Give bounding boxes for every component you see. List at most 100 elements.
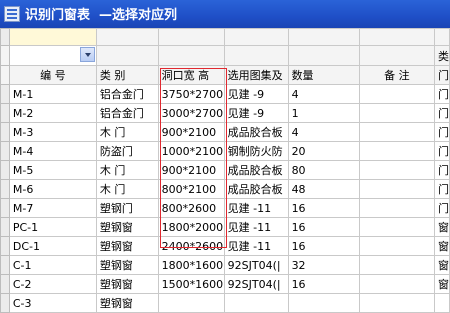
column-selector-cell[interactable] [358,45,435,66]
cell-qty[interactable]: 80 [287,160,360,180]
column-selector-cell[interactable] [157,45,225,66]
blank-cell[interactable] [358,28,435,46]
cell-size[interactable]: 900*2100 [157,122,225,142]
cell-size[interactable]: 800*2600 [157,198,225,218]
cell-note[interactable] [358,103,435,123]
cell-type[interactable]: 铝合金门 [95,103,159,123]
cell-num[interactable]: DC-1 [8,236,97,256]
cell-size[interactable] [157,293,225,313]
cell-atlas[interactable] [223,293,289,313]
cell-atlas[interactable]: 钢制防火防 [223,141,289,161]
cell-size[interactable]: 2400*2600 [157,236,225,256]
header-size[interactable]: 洞口宽 高 [157,65,225,85]
cell-type[interactable]: 木 门 [95,122,159,142]
cell-note[interactable] [358,217,435,237]
cell-note[interactable] [358,255,435,275]
cell-atlas[interactable]: 92SJT04(| [223,255,289,275]
row-header[interactable] [0,28,10,46]
cell-qty[interactable]: 16 [287,274,360,294]
row-header[interactable] [0,293,10,313]
cell-num[interactable]: M-4 [8,141,97,161]
cell-num[interactable]: C-3 [8,293,97,313]
cell-size[interactable]: 1800*1600 [157,255,225,275]
cell-extra[interactable]: 窗 [433,236,450,256]
chevron-down-icon[interactable] [79,47,95,62]
cell-note[interactable] [358,84,435,104]
cell-note[interactable] [358,160,435,180]
cell-extra[interactable]: 门 [433,84,450,104]
row-header[interactable] [0,84,10,104]
cell-type[interactable]: 木 门 [95,160,159,180]
cell-extra[interactable]: 门 [433,198,450,218]
cell-extra[interactable]: 门 [433,179,450,199]
cell-num[interactable]: PC-1 [8,217,97,237]
cell-type[interactable]: 塑钢窗 [95,255,159,275]
header-num[interactable]: 编 号 [8,65,97,85]
cell-qty[interactable]: 16 [287,198,360,218]
cell-num[interactable]: M-6 [8,179,97,199]
cell-type[interactable]: 塑钢窗 [95,293,159,313]
row-header[interactable] [0,179,10,199]
cell-num[interactable]: C-2 [8,274,97,294]
cell-type[interactable]: 塑钢窗 [95,274,159,294]
title-bar[interactable]: 识别门窗表 —选择对应列 [0,0,450,29]
row-header[interactable] [0,141,10,161]
row-header[interactable] [0,65,10,85]
cell-size[interactable]: 900*2100 [157,160,225,180]
cell-atlas[interactable]: 见建 -9 [223,103,289,123]
cell-size[interactable]: 1000*2100 [157,141,225,161]
blank-cell[interactable] [433,28,450,46]
cell-qty[interactable]: 48 [287,179,360,199]
cell-extra[interactable]: 门 [433,141,450,161]
cell-num[interactable]: M-7 [8,198,97,218]
row-header[interactable] [0,274,10,294]
cell-extra[interactable]: 窗 [433,217,450,237]
row-header[interactable] [0,160,10,180]
row-header[interactable] [0,236,10,256]
cell-size[interactable]: 3000*2700 [157,103,225,123]
column-selector-cell[interactable] [223,45,289,66]
cell-num[interactable]: M-3 [8,122,97,142]
cell-extra[interactable]: 门 [433,122,450,142]
cell-extra[interactable]: 窗 [433,274,450,294]
cell-atlas[interactable]: 92SJT04(| [223,274,289,294]
cell-note[interactable] [358,236,435,256]
cell-atlas[interactable]: 成品胶合板 [223,122,289,142]
row-header[interactable] [0,198,10,218]
cell-size[interactable]: 1800*2000 [157,217,225,237]
header-type[interactable]: 类 别 [95,65,159,85]
header-note[interactable]: 备 注 [358,65,435,85]
column-type-dropdown[interactable] [8,45,97,66]
cell-type[interactable]: 防盗门 [95,141,159,161]
cell-note[interactable] [358,293,435,313]
row-header[interactable] [0,217,10,237]
cell-atlas[interactable]: 成品胶合板 [223,179,289,199]
header-qty[interactable]: 数量 [287,65,360,85]
cell-size[interactable]: 1500*1600 [157,274,225,294]
cell-extra[interactable]: 门 [433,103,450,123]
cell-size[interactable]: 800*2100 [157,179,225,199]
column-selector-cell[interactable] [95,45,159,66]
cell-note[interactable] [358,179,435,199]
row-header[interactable] [0,255,10,275]
cell-atlas[interactable]: 见建 -11 [223,236,289,256]
cell-type[interactable]: 塑钢门 [95,198,159,218]
cell-num[interactable]: M-1 [8,84,97,104]
cell-type[interactable]: 木 门 [95,179,159,199]
cell-qty[interactable]: 4 [287,122,360,142]
cell-num[interactable]: M-5 [8,160,97,180]
cell-type[interactable]: 铝合金门 [95,84,159,104]
header-extra[interactable]: 门 [433,65,450,85]
cell-note[interactable] [358,198,435,218]
cell-qty[interactable]: 20 [287,141,360,161]
cell-atlas[interactable]: 见建 -11 [223,217,289,237]
cell-atlas[interactable]: 成品胶合板 [223,160,289,180]
cell-qty[interactable]: 4 [287,84,360,104]
blank-cell[interactable] [223,28,289,46]
row-header[interactable] [0,122,10,142]
cell-atlas[interactable]: 见建 -11 [223,198,289,218]
cell-qty[interactable] [287,293,360,313]
cell-num[interactable]: C-1 [8,255,97,275]
cell-type[interactable]: 塑钢窗 [95,236,159,256]
cell-qty[interactable]: 16 [287,236,360,256]
